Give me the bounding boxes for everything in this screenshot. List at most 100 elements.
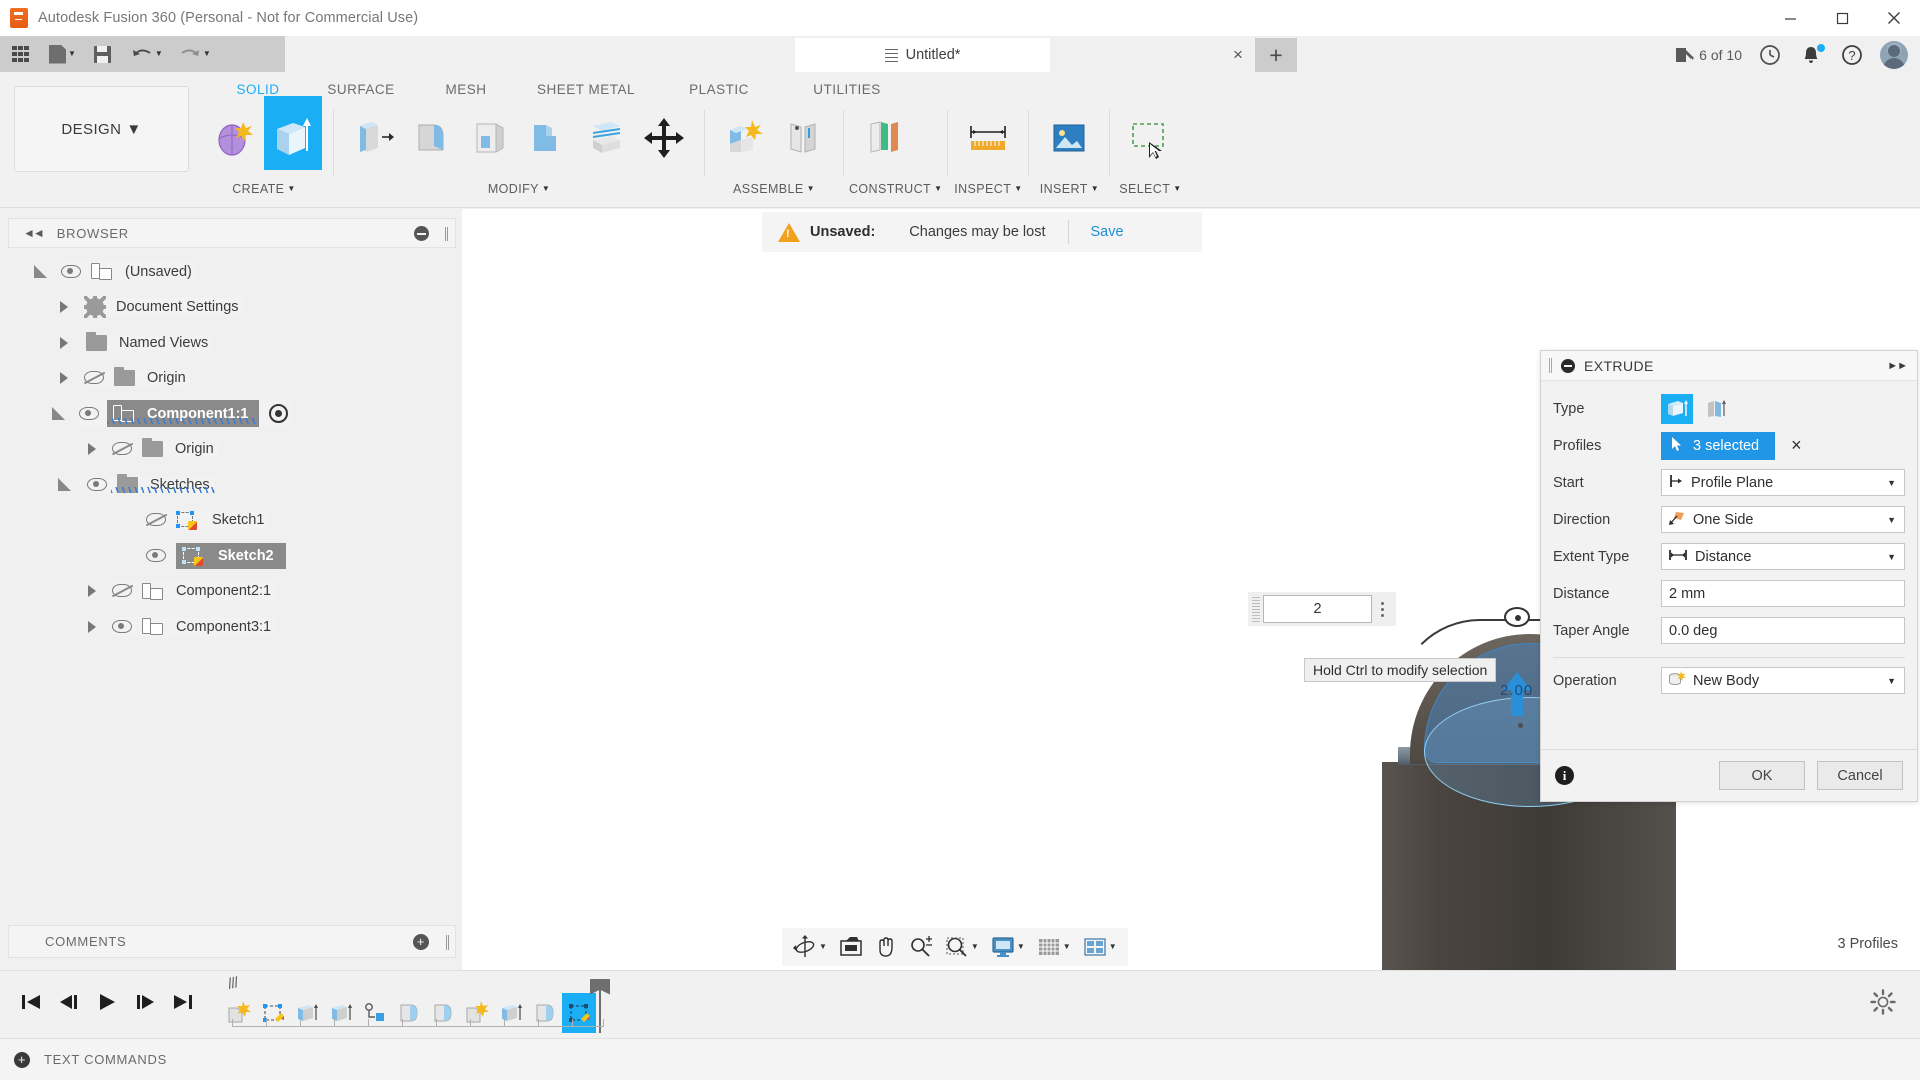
timeline-item-new-component[interactable]	[222, 993, 256, 1033]
collapse-dialog-icon[interactable]	[1561, 359, 1575, 373]
step-forward-icon[interactable]	[134, 992, 156, 1017]
step-back-icon[interactable]	[58, 992, 80, 1017]
expand-arrow-icon[interactable]	[34, 265, 47, 278]
timeline-item-extrude-3[interactable]	[494, 993, 528, 1033]
bell-icon[interactable]	[1792, 38, 1830, 72]
timeline-item-sketch-active[interactable]	[562, 993, 596, 1033]
tree-row-component2[interactable]: Component2:1	[8, 574, 456, 610]
tree-row-sketch2[interactable]: Sketch2	[8, 538, 456, 574]
expand-dialog-icon[interactable]: ►►	[1887, 360, 1907, 372]
tab-sheet-metal[interactable]: SHEET METAL	[516, 80, 656, 99]
play-icon[interactable]	[96, 992, 118, 1017]
fillet-icon[interactable]	[403, 106, 461, 170]
ribbon-group-select-label[interactable]: SELECT▼	[1115, 178, 1185, 200]
look-at-icon[interactable]	[834, 930, 868, 964]
viewports-icon[interactable]: ▼	[1078, 930, 1122, 964]
tree-row-unsaved[interactable]: (Unsaved)	[8, 254, 456, 290]
visibility-eye-off-icon[interactable]	[146, 513, 166, 527]
ribbon-group-modify-label[interactable]: MODIFY▼	[339, 178, 699, 200]
go-to-beginning-icon[interactable]	[20, 992, 42, 1017]
dimension-input[interactable]: 2	[1263, 595, 1372, 623]
ribbon-group-insert-label[interactable]: INSERT▼	[1034, 178, 1104, 200]
rotation-handle[interactable]	[1504, 607, 1530, 627]
timeline-item-revolve[interactable]	[392, 993, 426, 1033]
expand-arrow-icon[interactable]	[58, 478, 71, 491]
taper-angle-input[interactable]: 0.0 deg	[1661, 617, 1905, 644]
cancel-button[interactable]: Cancel	[1817, 761, 1903, 790]
comments-resize-grip[interactable]	[446, 935, 449, 950]
expand-arrow-icon[interactable]	[88, 585, 96, 597]
timeline-item-sketch[interactable]	[256, 993, 290, 1033]
profiles-selection-chip[interactable]: 3 selected	[1661, 432, 1775, 460]
extrude-dialog[interactable]: EXTRUDE ►► Type	[1540, 350, 1918, 802]
tab-surface[interactable]: SURFACE	[306, 80, 416, 99]
joint-icon[interactable]	[774, 106, 832, 170]
ribbon-group-assemble-label[interactable]: ASSEMBLE▼	[710, 178, 838, 200]
visibility-eye-icon[interactable]	[112, 620, 132, 634]
settings-gear-icon[interactable]	[1870, 989, 1896, 1015]
minimize-panel-icon[interactable]	[414, 226, 429, 241]
split-body-icon[interactable]	[577, 106, 635, 170]
select-window-icon[interactable]	[1121, 106, 1179, 170]
redo-icon[interactable]: ▼	[175, 39, 215, 69]
start-select[interactable]: Profile Plane ▼	[1661, 469, 1905, 496]
go-to-end-icon[interactable]	[172, 992, 194, 1017]
dimension-drag-grip[interactable]	[1252, 596, 1260, 622]
pan-icon[interactable]	[870, 930, 902, 964]
document-tab[interactable]: Untitled*	[795, 38, 1050, 72]
tree-row-origin-root[interactable]: Origin	[8, 361, 456, 397]
display-settings-icon[interactable]: ▼	[986, 930, 1030, 964]
visibility-eye-icon[interactable]	[61, 265, 81, 279]
tree-row-origin-sub[interactable]: Origin	[8, 432, 456, 468]
extrude-icon[interactable]	[264, 106, 322, 170]
text-commands-bar[interactable]: + TEXT COMMANDS	[0, 1038, 1920, 1080]
avatar-icon[interactable]	[1874, 38, 1914, 72]
undo-icon[interactable]: ▼	[127, 39, 167, 69]
help-icon[interactable]: ?	[1833, 38, 1871, 72]
surface-extrude-icon[interactable]	[1700, 394, 1732, 424]
timeline-item-joint[interactable]	[358, 993, 392, 1033]
visibility-eye-off-icon[interactable]	[112, 442, 132, 456]
dialog-drag-grip[interactable]	[1549, 358, 1552, 373]
new-tab-button[interactable]: +	[1255, 38, 1297, 72]
create-sketch-icon[interactable]	[206, 106, 264, 170]
visibility-eye-off-icon[interactable]	[112, 584, 132, 598]
new-component-icon[interactable]	[716, 106, 774, 170]
add-comment-icon[interactable]: +	[413, 934, 429, 950]
tab-plastic[interactable]: PLASTIC	[656, 80, 782, 99]
timeline-item-revolve-2[interactable]	[426, 993, 460, 1033]
visibility-eye-icon[interactable]	[146, 549, 166, 563]
expand-icon[interactable]: +	[14, 1052, 30, 1068]
expand-arrow-icon[interactable]	[60, 337, 68, 349]
workspace-selector[interactable]: DESIGN ▼	[14, 86, 189, 172]
close-icon[interactable]	[1868, 0, 1920, 36]
expand-arrow-icon[interactable]	[88, 443, 96, 455]
draft-icon[interactable]	[519, 106, 577, 170]
ok-button[interactable]: OK	[1719, 761, 1805, 790]
dimension-options-icon[interactable]	[1372, 602, 1392, 617]
clear-selection-icon[interactable]: ×	[1791, 435, 1802, 456]
expand-arrow-icon[interactable]	[60, 301, 68, 313]
tree-row-document-settings[interactable]: Document Settings	[8, 290, 456, 326]
shell-icon[interactable]	[461, 106, 519, 170]
new-document-icon[interactable]: ▼	[45, 39, 80, 69]
tab-mesh[interactable]: MESH	[416, 80, 516, 99]
save-icon[interactable]	[90, 39, 115, 69]
operation-select[interactable]: New Body ▼	[1661, 667, 1905, 694]
collapse-left-icon[interactable]: ◄◄	[23, 226, 43, 240]
tab-utilities[interactable]: UTILITIES	[782, 80, 912, 99]
insert-mcmaster-icon[interactable]	[1040, 106, 1098, 170]
tree-row-component3[interactable]: Component3:1	[8, 609, 456, 645]
chevron-down-icon[interactable]: ▼	[1887, 478, 1896, 488]
timeline-item-new-component-2[interactable]	[460, 993, 494, 1033]
visibility-eye-icon[interactable]	[87, 478, 107, 492]
measure-icon[interactable]	[959, 106, 1017, 170]
grid-snaps-icon[interactable]: ▼	[1032, 930, 1076, 964]
tree-row-sketches[interactable]: Sketches	[8, 467, 456, 503]
maximize-icon[interactable]	[1816, 0, 1868, 36]
close-document-icon[interactable]: ×	[1223, 44, 1253, 66]
save-link[interactable]: Save	[1091, 224, 1124, 240]
clock-icon[interactable]	[1751, 38, 1789, 72]
visibility-eye-off-icon[interactable]	[84, 371, 104, 385]
expand-arrow-icon[interactable]	[60, 372, 68, 384]
